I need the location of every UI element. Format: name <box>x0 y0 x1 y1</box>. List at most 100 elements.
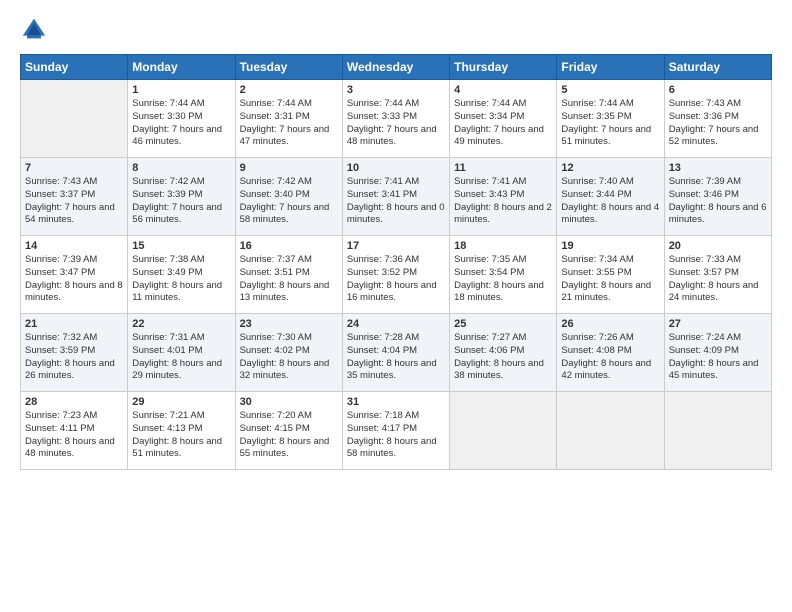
day-info: Sunrise: 7:41 AMSunset: 3:41 PMDaylight:… <box>347 176 445 225</box>
day-number: 1 <box>132 84 230 96</box>
day-number: 20 <box>669 240 767 252</box>
day-number: 29 <box>132 396 230 408</box>
day-info: Sunrise: 7:38 AMSunset: 3:49 PMDaylight:… <box>132 254 222 303</box>
col-header-tuesday: Tuesday <box>235 55 342 80</box>
day-info: Sunrise: 7:44 AMSunset: 3:35 PMDaylight:… <box>561 98 651 147</box>
day-info: Sunrise: 7:43 AMSunset: 3:37 PMDaylight:… <box>25 176 115 225</box>
day-info: Sunrise: 7:41 AMSunset: 3:43 PMDaylight:… <box>454 176 552 225</box>
calendar-cell: 20 Sunrise: 7:33 AMSunset: 3:57 PMDaylig… <box>664 236 771 314</box>
day-info: Sunrise: 7:44 AMSunset: 3:34 PMDaylight:… <box>454 98 544 147</box>
logo-icon <box>20 16 48 44</box>
logo <box>20 16 52 44</box>
day-number: 24 <box>347 318 445 330</box>
calendar-week-row: 28 Sunrise: 7:23 AMSunset: 4:11 PMDaylig… <box>21 392 772 470</box>
day-number: 22 <box>132 318 230 330</box>
day-number: 21 <box>25 318 123 330</box>
day-number: 30 <box>240 396 338 408</box>
day-number: 26 <box>561 318 659 330</box>
day-number: 16 <box>240 240 338 252</box>
col-header-thursday: Thursday <box>450 55 557 80</box>
col-header-friday: Friday <box>557 55 664 80</box>
calendar-cell <box>557 392 664 470</box>
day-info: Sunrise: 7:31 AMSunset: 4:01 PMDaylight:… <box>132 332 222 381</box>
calendar-cell: 31 Sunrise: 7:18 AMSunset: 4:17 PMDaylig… <box>342 392 449 470</box>
calendar-cell: 3 Sunrise: 7:44 AMSunset: 3:33 PMDayligh… <box>342 80 449 158</box>
day-number: 31 <box>347 396 445 408</box>
calendar-cell: 25 Sunrise: 7:27 AMSunset: 4:06 PMDaylig… <box>450 314 557 392</box>
day-info: Sunrise: 7:32 AMSunset: 3:59 PMDaylight:… <box>25 332 115 381</box>
day-info: Sunrise: 7:42 AMSunset: 3:40 PMDaylight:… <box>240 176 330 225</box>
day-number: 3 <box>347 84 445 96</box>
day-info: Sunrise: 7:37 AMSunset: 3:51 PMDaylight:… <box>240 254 330 303</box>
day-number: 4 <box>454 84 552 96</box>
day-info: Sunrise: 7:43 AMSunset: 3:36 PMDaylight:… <box>669 98 759 147</box>
day-number: 19 <box>561 240 659 252</box>
day-number: 25 <box>454 318 552 330</box>
calendar-cell: 12 Sunrise: 7:40 AMSunset: 3:44 PMDaylig… <box>557 158 664 236</box>
calendar-cell: 24 Sunrise: 7:28 AMSunset: 4:04 PMDaylig… <box>342 314 449 392</box>
day-info: Sunrise: 7:42 AMSunset: 3:39 PMDaylight:… <box>132 176 222 225</box>
day-number: 17 <box>347 240 445 252</box>
day-info: Sunrise: 7:35 AMSunset: 3:54 PMDaylight:… <box>454 254 544 303</box>
day-number: 5 <box>561 84 659 96</box>
day-number: 11 <box>454 162 552 174</box>
day-info: Sunrise: 7:33 AMSunset: 3:57 PMDaylight:… <box>669 254 759 303</box>
day-info: Sunrise: 7:21 AMSunset: 4:13 PMDaylight:… <box>132 410 222 459</box>
calendar-cell: 16 Sunrise: 7:37 AMSunset: 3:51 PMDaylig… <box>235 236 342 314</box>
day-info: Sunrise: 7:28 AMSunset: 4:04 PMDaylight:… <box>347 332 437 381</box>
calendar-cell: 1 Sunrise: 7:44 AMSunset: 3:30 PMDayligh… <box>128 80 235 158</box>
calendar-cell: 21 Sunrise: 7:32 AMSunset: 3:59 PMDaylig… <box>21 314 128 392</box>
calendar-cell: 17 Sunrise: 7:36 AMSunset: 3:52 PMDaylig… <box>342 236 449 314</box>
day-info: Sunrise: 7:18 AMSunset: 4:17 PMDaylight:… <box>347 410 437 459</box>
calendar-cell: 29 Sunrise: 7:21 AMSunset: 4:13 PMDaylig… <box>128 392 235 470</box>
day-info: Sunrise: 7:39 AMSunset: 3:47 PMDaylight:… <box>25 254 123 303</box>
calendar-cell: 30 Sunrise: 7:20 AMSunset: 4:15 PMDaylig… <box>235 392 342 470</box>
calendar-cell: 2 Sunrise: 7:44 AMSunset: 3:31 PMDayligh… <box>235 80 342 158</box>
day-number: 13 <box>669 162 767 174</box>
calendar-cell <box>450 392 557 470</box>
day-info: Sunrise: 7:36 AMSunset: 3:52 PMDaylight:… <box>347 254 437 303</box>
calendar-week-row: 14 Sunrise: 7:39 AMSunset: 3:47 PMDaylig… <box>21 236 772 314</box>
calendar-cell: 15 Sunrise: 7:38 AMSunset: 3:49 PMDaylig… <box>128 236 235 314</box>
col-header-monday: Monday <box>128 55 235 80</box>
day-info: Sunrise: 7:44 AMSunset: 3:31 PMDaylight:… <box>240 98 330 147</box>
col-header-saturday: Saturday <box>664 55 771 80</box>
calendar-cell: 14 Sunrise: 7:39 AMSunset: 3:47 PMDaylig… <box>21 236 128 314</box>
calendar-cell: 8 Sunrise: 7:42 AMSunset: 3:39 PMDayligh… <box>128 158 235 236</box>
day-number: 2 <box>240 84 338 96</box>
calendar-cell: 27 Sunrise: 7:24 AMSunset: 4:09 PMDaylig… <box>664 314 771 392</box>
day-info: Sunrise: 7:30 AMSunset: 4:02 PMDaylight:… <box>240 332 330 381</box>
day-info: Sunrise: 7:20 AMSunset: 4:15 PMDaylight:… <box>240 410 330 459</box>
day-number: 15 <box>132 240 230 252</box>
day-info: Sunrise: 7:24 AMSunset: 4:09 PMDaylight:… <box>669 332 759 381</box>
day-number: 27 <box>669 318 767 330</box>
calendar-week-row: 1 Sunrise: 7:44 AMSunset: 3:30 PMDayligh… <box>21 80 772 158</box>
calendar-cell: 23 Sunrise: 7:30 AMSunset: 4:02 PMDaylig… <box>235 314 342 392</box>
day-info: Sunrise: 7:44 AMSunset: 3:30 PMDaylight:… <box>132 98 222 147</box>
day-info: Sunrise: 7:44 AMSunset: 3:33 PMDaylight:… <box>347 98 437 147</box>
calendar-cell: 4 Sunrise: 7:44 AMSunset: 3:34 PMDayligh… <box>450 80 557 158</box>
calendar-cell: 28 Sunrise: 7:23 AMSunset: 4:11 PMDaylig… <box>21 392 128 470</box>
day-info: Sunrise: 7:27 AMSunset: 4:06 PMDaylight:… <box>454 332 544 381</box>
calendar-cell: 11 Sunrise: 7:41 AMSunset: 3:43 PMDaylig… <box>450 158 557 236</box>
page-header <box>20 16 772 44</box>
calendar-cell: 19 Sunrise: 7:34 AMSunset: 3:55 PMDaylig… <box>557 236 664 314</box>
calendar-cell <box>664 392 771 470</box>
page-container: SundayMondayTuesdayWednesdayThursdayFrid… <box>0 0 792 480</box>
day-number: 9 <box>240 162 338 174</box>
day-number: 7 <box>25 162 123 174</box>
col-header-wednesday: Wednesday <box>342 55 449 80</box>
day-number: 12 <box>561 162 659 174</box>
calendar-table: SundayMondayTuesdayWednesdayThursdayFrid… <box>20 54 772 470</box>
day-info: Sunrise: 7:40 AMSunset: 3:44 PMDaylight:… <box>561 176 659 225</box>
calendar-cell: 18 Sunrise: 7:35 AMSunset: 3:54 PMDaylig… <box>450 236 557 314</box>
day-number: 23 <box>240 318 338 330</box>
day-number: 10 <box>347 162 445 174</box>
day-info: Sunrise: 7:23 AMSunset: 4:11 PMDaylight:… <box>25 410 115 459</box>
day-number: 28 <box>25 396 123 408</box>
day-number: 8 <box>132 162 230 174</box>
calendar-cell <box>21 80 128 158</box>
calendar-cell: 9 Sunrise: 7:42 AMSunset: 3:40 PMDayligh… <box>235 158 342 236</box>
calendar-cell: 5 Sunrise: 7:44 AMSunset: 3:35 PMDayligh… <box>557 80 664 158</box>
calendar-week-row: 21 Sunrise: 7:32 AMSunset: 3:59 PMDaylig… <box>21 314 772 392</box>
